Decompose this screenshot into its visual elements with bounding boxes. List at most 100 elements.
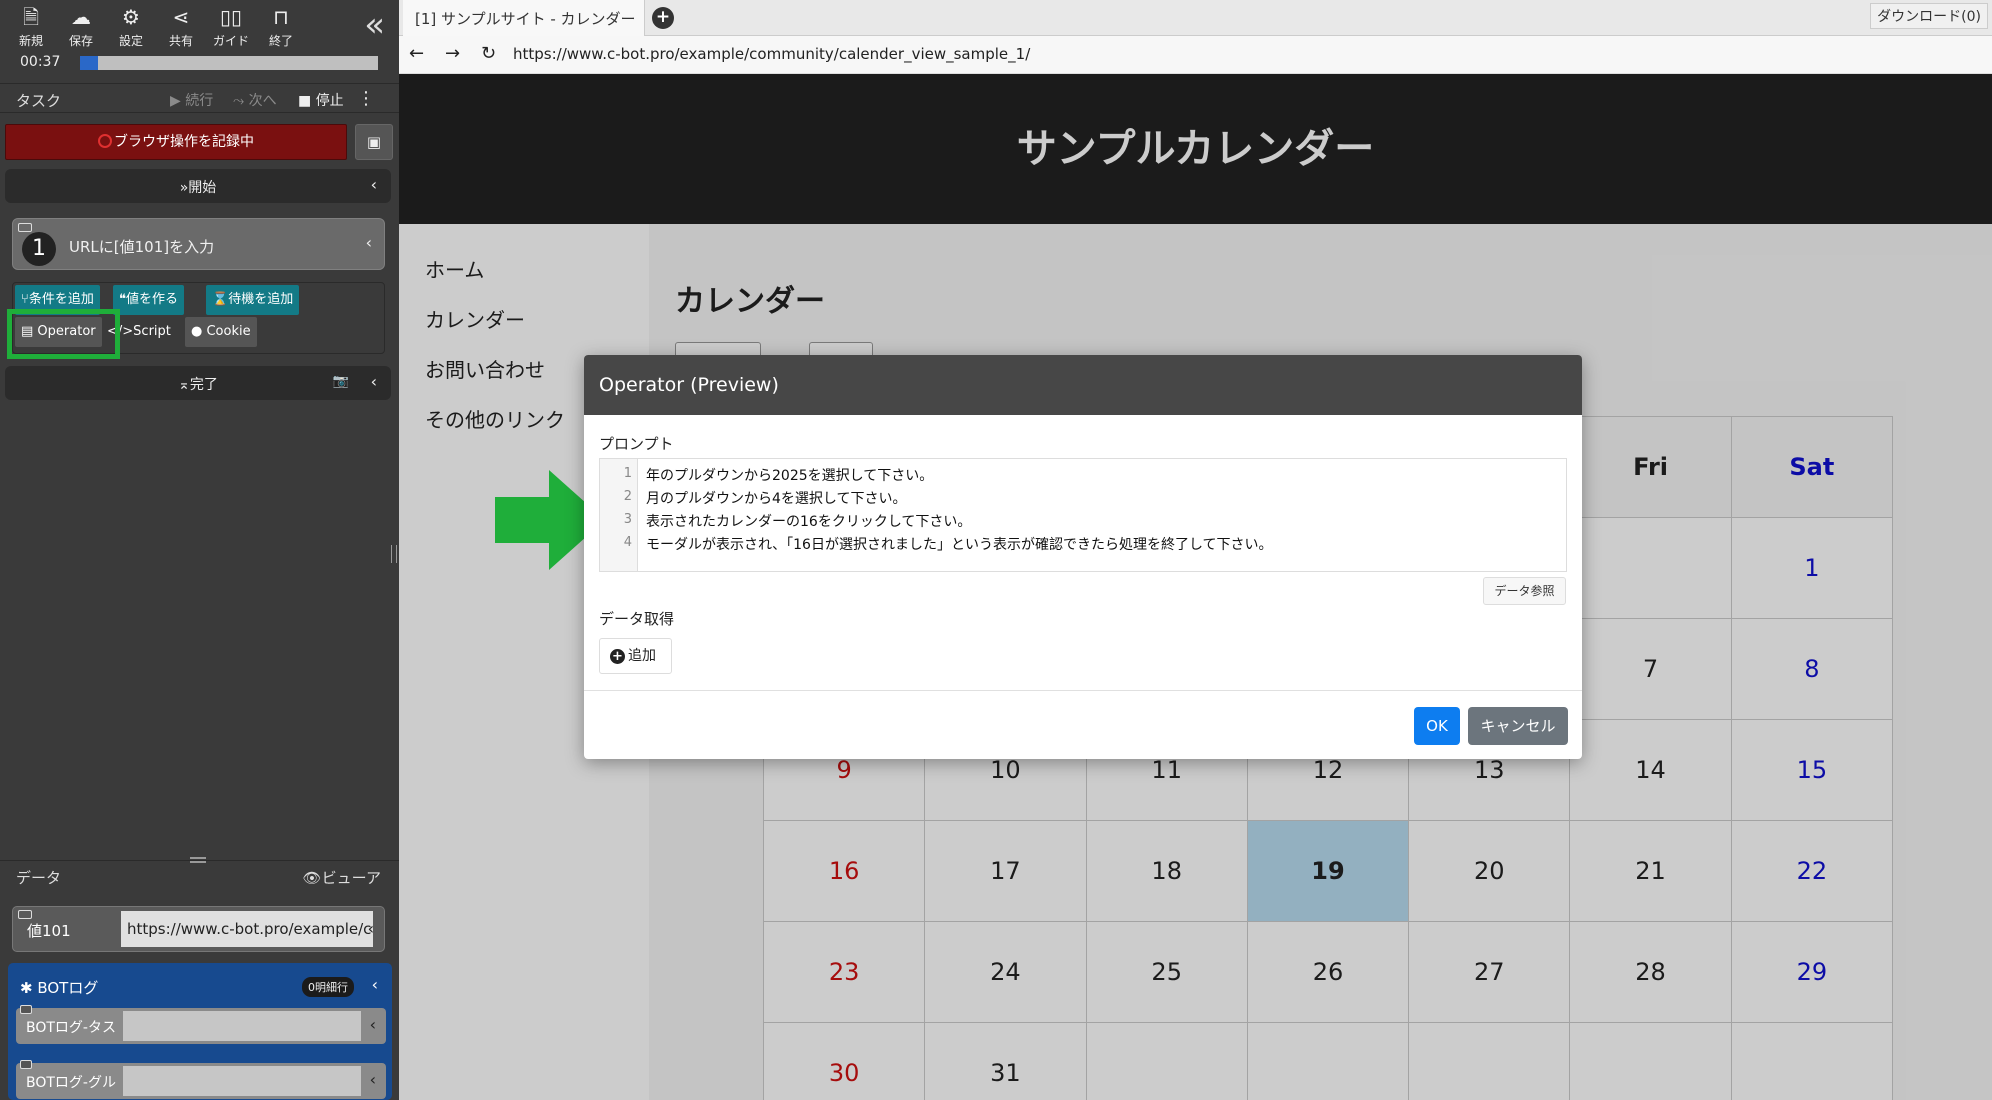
line-number-gutter: 1 2 3 4 (600, 459, 638, 571)
screenshot-image-button[interactable]: ▣ (355, 124, 393, 160)
viewer-button[interactable]: 👁ビューア (303, 867, 381, 888)
chevron-left-icon[interactable]: ‹ (370, 1070, 376, 1089)
chevron-left-icon[interactable]: ‹ (371, 175, 377, 194)
botlog-item[interactable]: BOTログ-タス ‹ (16, 1005, 386, 1044)
chevron-left-icon[interactable]: ‹ (366, 233, 372, 252)
branch-icon: ⑂ (21, 292, 29, 307)
data-get-label: データ取得 (599, 610, 675, 628)
add-wait-button[interactable]: ⌛待機を追加 (206, 285, 300, 315)
progress-fill (80, 56, 98, 70)
chevron-left-icon[interactable]: ‹ (371, 372, 377, 391)
value-101-row[interactable]: 値101 https://www.c-bot.pro/example/c ‹ (12, 906, 385, 952)
more-options-icon[interactable]: ⋮ (357, 88, 375, 109)
start-block[interactable]: »開始 ‹ (5, 169, 391, 203)
botlog-count-badge: 0明細行 (302, 977, 354, 997)
collapse-sidebar-icon[interactable]: « (364, 8, 385, 42)
back-arrow-icon[interactable]: ← (409, 43, 424, 64)
stop-button[interactable]: ■ 停止 (298, 90, 344, 110)
add-data-button[interactable]: + 追加 (599, 638, 672, 674)
file-icon: 🗎 (22, 5, 40, 29)
line-number: 4 (623, 535, 632, 550)
download-button[interactable]: ダウンロード(0) (1870, 3, 1988, 29)
cloud-upload-icon: ☁ (71, 5, 91, 29)
data-title: データ (16, 869, 62, 887)
item-badge-icon (20, 1060, 32, 1069)
eye-icon: 👁 (302, 869, 322, 887)
prompt-line: 月のプルダウンから4を選択して下さい。 (646, 491, 907, 507)
hourglass-icon: ⌛ (212, 292, 229, 307)
book-icon: ▯▯ (219, 5, 242, 29)
bug-icon: ✱ (20, 979, 38, 997)
modal-footer-divider (584, 690, 1582, 691)
finish-icon: ⌅ (178, 377, 190, 393)
step-number: 1 (22, 232, 56, 266)
settings-button[interactable]: ⚙ 設定 (106, 4, 156, 49)
plus-circle-icon: + (610, 649, 625, 664)
forward-arrow-icon[interactable]: → (445, 43, 460, 64)
line-number: 1 (623, 466, 632, 481)
step-badge-icon (18, 223, 32, 232)
botlog-item[interactable]: BOTログ-グル ‹ (16, 1060, 386, 1099)
toolbar: 🗎 新規 ☁ 保存 ⚙ 設定 ⋖ 共有 ▯▯ ガイド ⊓ 終了 « 00:37 (0, 0, 399, 78)
value-key: 値101 (27, 922, 71, 940)
elapsed-timer: 00:37 (20, 54, 61, 70)
chevron-double-down-icon: » (179, 180, 189, 196)
ok-button[interactable]: OK (1414, 707, 1460, 745)
value-badge-icon (18, 910, 32, 919)
bot-sidebar: 🗎 新規 ☁ 保存 ⚙ 設定 ⋖ 共有 ▯▯ ガイド ⊓ 終了 « 00:37 … (0, 0, 399, 1100)
prompt-line: 表示されたカレンダーの16をクリックして下さい。 (646, 514, 972, 530)
line-number: 2 (623, 489, 632, 504)
prompt-line: モーダルが表示され、「16日が選択されました」という表示が確認できたら処理を終了… (646, 537, 1273, 553)
cookie-button[interactable]: ● Cookie (185, 317, 257, 347)
chevron-left-icon[interactable]: ‹ (372, 975, 378, 994)
camera-icon[interactable]: 📷 (333, 374, 349, 389)
item-badge-icon (20, 1005, 32, 1014)
task-title: タスク (16, 92, 62, 110)
value-input[interactable]: https://www.c-bot.pro/example/c (121, 911, 373, 947)
line-number: 3 (623, 512, 632, 527)
exit-button[interactable]: ⊓ 終了 (256, 4, 306, 49)
botlog-title: ✱ BOTログ (20, 979, 99, 997)
botlog-item-input[interactable] (123, 1011, 361, 1041)
reload-icon[interactable]: ↻ (481, 43, 496, 64)
chevron-left-icon[interactable]: ‹ (370, 1015, 376, 1034)
chevron-left-icon[interactable]: ‹ (368, 919, 374, 938)
quote-icon: ❝ (119, 292, 126, 307)
progress-bar (80, 56, 378, 70)
prompt-label: プロンプト (599, 435, 674, 453)
next-button[interactable]: ⤳ 次へ (233, 90, 277, 110)
cookie-icon: ● (191, 324, 207, 339)
prompt-editor[interactable]: 1 2 3 4 年のプルダウンから2025を選択して下さい。 月のプルダウンから… (599, 458, 1567, 572)
done-block[interactable]: ⌅完了 📷 ‹ (5, 366, 391, 400)
recording-button[interactable]: ブラウザ操作を記録中 (5, 124, 347, 160)
record-icon (98, 134, 112, 148)
resize-handle[interactable] (391, 545, 397, 563)
gear-icon: ⚙ (122, 5, 140, 29)
modal-title: Operator (Preview) (584, 355, 1582, 415)
cancel-button[interactable]: キャンセル (1468, 707, 1568, 745)
browser-tab[interactable]: [1] サンプルサイト - カレンダー (403, 0, 645, 36)
data-reference-button[interactable]: データ参照 (1483, 577, 1566, 605)
address-bar: ← → ↻ https://www.c-bot.pro/example/comm… (399, 36, 1992, 74)
guide-button[interactable]: ▯▯ ガイド (206, 4, 256, 49)
share-button[interactable]: ⋖ 共有 (156, 4, 206, 49)
botlog-panel: ✱ BOTログ 0明細行 ‹ BOTログ-タス ‹ BOTログ-グル ‹ (8, 963, 392, 1100)
prompt-line: 年のプルダウンから2025を選択して下さい。 (646, 468, 934, 484)
new-button[interactable]: 🗎 新規 (6, 4, 56, 49)
share-icon: ⋖ (172, 5, 190, 29)
step-label: URLに[値101]を入力 (69, 238, 215, 256)
botlog-item-input[interactable] (123, 1066, 361, 1096)
door-icon: ⊓ (273, 5, 289, 29)
operator-highlight (7, 309, 120, 359)
operator-modal: Operator (Preview) プロンプト 1 2 3 4 年のプルダウン… (584, 355, 1582, 759)
task-header: タスク ▶ 続行 ⤳ 次へ ■ 停止 ⋮ (0, 83, 399, 113)
new-tab-plus-icon[interactable]: + (652, 7, 674, 29)
data-header: データ 👁ビューア (0, 860, 399, 890)
step-1[interactable]: 1 URLに[値101]を入力 ‹ (12, 218, 385, 270)
continue-button[interactable]: ▶ 続行 (170, 90, 213, 110)
tab-bar: [1] サンプルサイト - カレンダー + ダウンロード(0) (399, 0, 1992, 36)
url-field[interactable]: https://www.c-bot.pro/example/community/… (513, 45, 1030, 63)
make-value-button[interactable]: ❝値を作る (113, 285, 185, 315)
save-button[interactable]: ☁ 保存 (56, 4, 106, 49)
image-icon: ▣ (366, 133, 382, 151)
